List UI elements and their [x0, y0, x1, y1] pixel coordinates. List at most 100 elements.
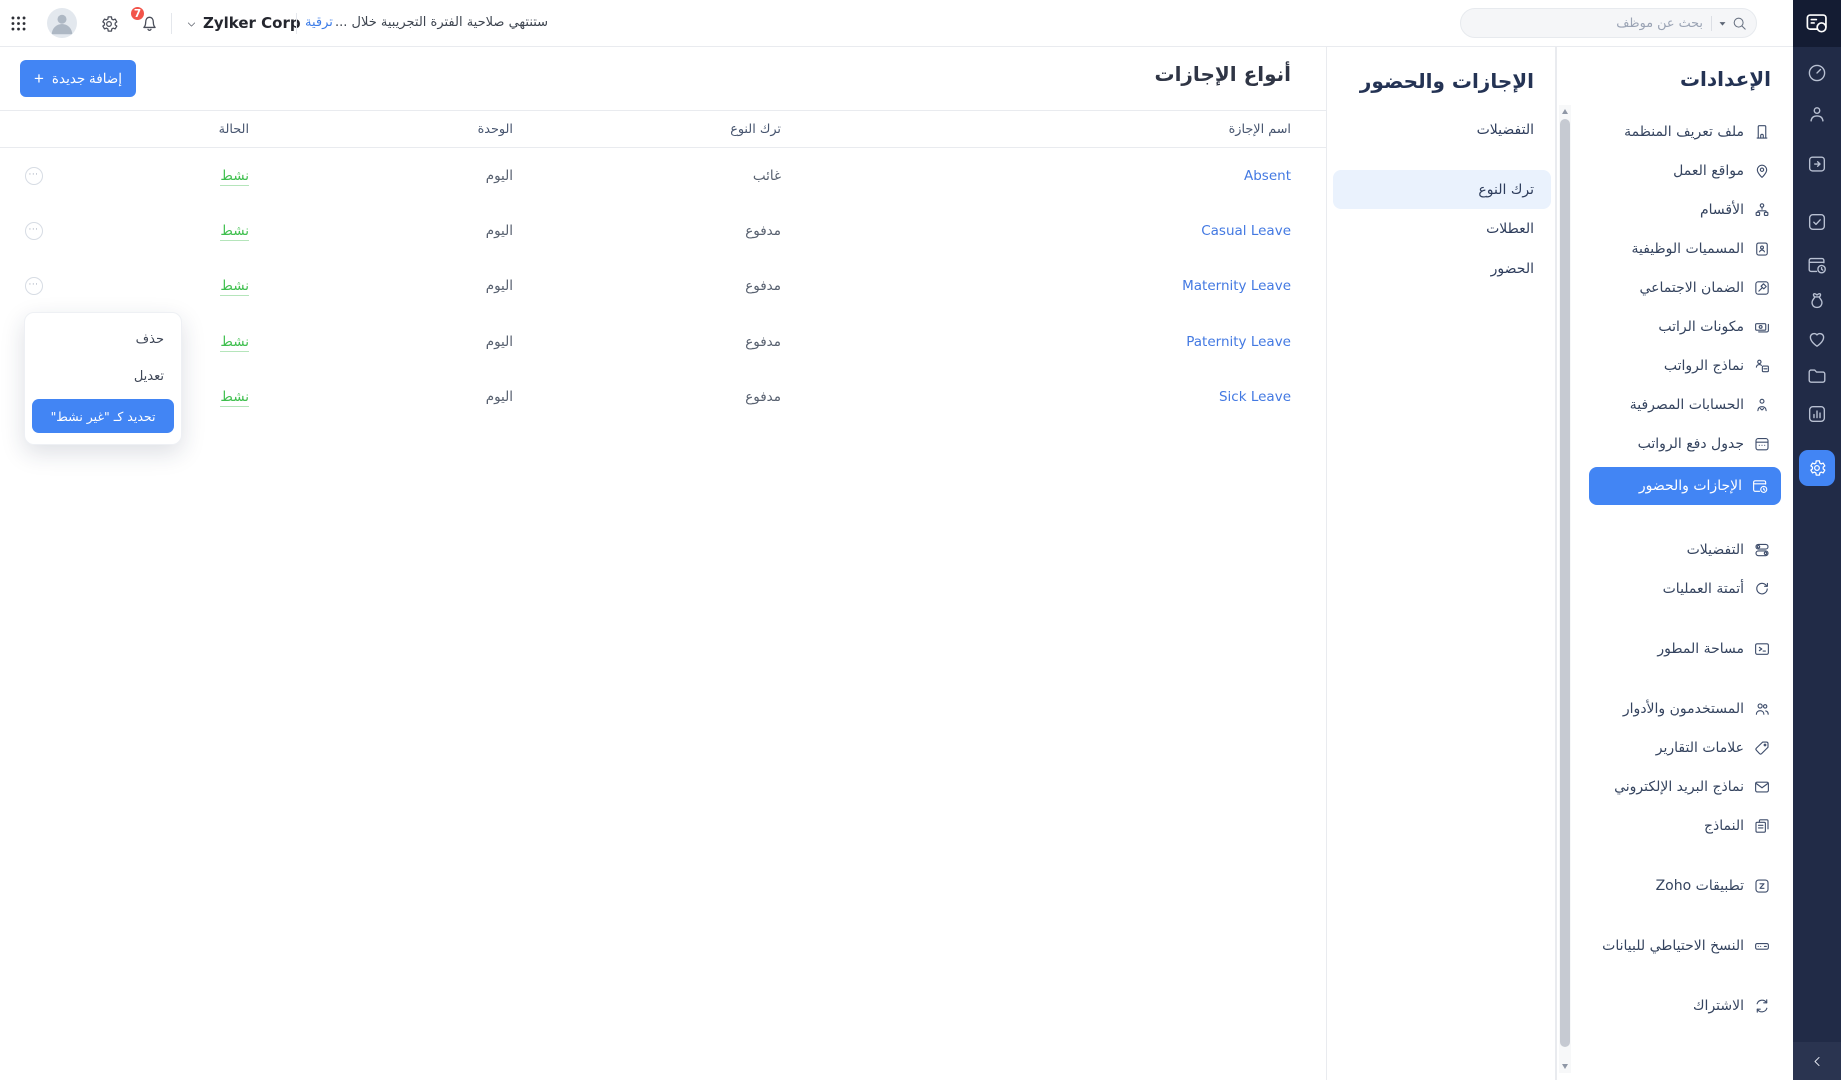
leave-type-cell: غائب [513, 168, 781, 184]
settings-item[interactable]: مواقع العمل [1571, 151, 1793, 190]
settings-item-label: نماذج الرواتب [1664, 358, 1744, 374]
settings-item[interactable]: النماذج [1571, 806, 1793, 845]
subnav-item[interactable]: العطلات [1327, 209, 1555, 249]
settings-item[interactable]: التفضيلات [1571, 530, 1793, 569]
settings-item-label: المستخدمون والأدوار [1623, 701, 1744, 717]
subnav-items: التفضيلات ترك النوعالعطلاتالحضور [1327, 110, 1555, 289]
calendar-clock-icon [1806, 254, 1828, 276]
leave-name-link[interactable]: Maternity Leave [1182, 278, 1291, 294]
settings-item[interactable]: الأقسام [1571, 190, 1793, 229]
status-badge[interactable]: نشط [220, 278, 249, 296]
status-badge[interactable]: نشط [220, 223, 249, 241]
org-switcher[interactable]: Zylker Corp [203, 14, 301, 32]
automation-icon [1753, 580, 1771, 598]
collapse-rail-button[interactable] [1793, 1042, 1841, 1080]
settings-item[interactable]: ملف تعريف المنظمة [1571, 112, 1793, 151]
leave-name-link[interactable]: Sick Leave [1219, 389, 1291, 405]
settings-items: ملف تعريف المنظمة مواقع العمل الأقسام المسم… [1571, 112, 1793, 1025]
settings-item[interactable]: أتمتة العمليات [1571, 569, 1793, 608]
unit-cell: اليوم [249, 334, 513, 350]
settings-item[interactable]: مساحة المطور [1571, 629, 1793, 668]
app-grid-icon[interactable] [9, 14, 28, 33]
table-row: Absent غائباليومنشط ··· [0, 148, 1326, 203]
settings-item[interactable]: المسميات الوظيفية [1571, 229, 1793, 268]
unit-cell: اليوم [249, 223, 513, 239]
settings-item[interactable]: مكونات الراتب [1571, 307, 1793, 346]
settings-item[interactable]: الإجازات والحضور [1589, 467, 1781, 505]
users-icon [1753, 700, 1771, 718]
gauge-icon [1806, 62, 1828, 84]
mark-inactive-button[interactable]: تحديد كـ "غير نشط" [32, 399, 174, 433]
unit-cell: اليوم [249, 168, 513, 184]
rail-item[interactable] [1806, 211, 1828, 233]
topbar-divider [296, 13, 297, 34]
money-bag-icon [1806, 290, 1828, 312]
subnav-item[interactable]: التفضيلات [1327, 110, 1555, 150]
rail-item[interactable] [1806, 153, 1828, 175]
calendar-clock-icon [1751, 477, 1769, 495]
heart-icon [1806, 328, 1828, 350]
search-filter-caret-icon[interactable] [1716, 17, 1729, 30]
rail-item[interactable] [1806, 403, 1828, 425]
page-title: أنواع الإجازات [1154, 62, 1291, 86]
status-badge[interactable]: نشط [220, 334, 249, 352]
chevron-down-icon[interactable] [186, 19, 197, 30]
leave-name-link[interactable]: Absent [1244, 168, 1291, 184]
status-badge[interactable]: نشط [220, 389, 249, 407]
scrollbar-up-arrow[interactable] [1562, 109, 1568, 114]
add-new-button[interactable]: إضافة جديدة + [20, 60, 136, 97]
rail-item-settings-active[interactable] [1799, 450, 1835, 486]
settings-item[interactable]: الحسابات المصرفية [1571, 385, 1793, 424]
settings-item[interactable]: جدول دفع الرواتب [1571, 424, 1793, 463]
settings-item[interactable]: نماذج البريد الإلكتروني [1571, 767, 1793, 806]
settings-item-label: المسميات الوظيفية [1631, 241, 1744, 257]
settings-item-label: مساحة المطور [1657, 641, 1744, 657]
row-actions-ellipsis-icon[interactable]: ··· [25, 222, 43, 240]
rail-item[interactable] [1806, 103, 1828, 125]
leave-name-link[interactable]: Paternity Leave [1186, 334, 1291, 350]
settings-scrollbar[interactable] [1559, 105, 1571, 1073]
calendar-checkout-icon [1806, 153, 1828, 175]
menu-item[interactable]: حذف [25, 321, 181, 358]
search-icon[interactable] [1731, 15, 1748, 32]
row-actions-ellipsis-icon[interactable]: ··· [25, 167, 43, 185]
leave-name-link[interactable]: Casual Leave [1201, 223, 1291, 239]
location-icon [1753, 162, 1771, 180]
gear-icon[interactable] [99, 14, 119, 34]
rail-item[interactable] [1806, 254, 1828, 276]
menu-item[interactable]: تعديل [25, 358, 181, 395]
notification-badge: 7 [129, 5, 146, 22]
subnav-item[interactable]: ترك النوع [1333, 170, 1551, 209]
bank-account-icon [1753, 396, 1771, 414]
row-actions-ellipsis-icon[interactable]: ··· [25, 277, 43, 295]
scrollbar-down-arrow[interactable] [1562, 1064, 1568, 1069]
settings-item[interactable]: علامات التقارير [1571, 728, 1793, 767]
upgrade-link[interactable]: ترقية [305, 15, 333, 30]
gear-icon [99, 14, 119, 34]
settings-item[interactable]: نماذج الرواتب [1571, 346, 1793, 385]
rail-item[interactable] [1806, 365, 1828, 387]
settings-item[interactable]: الاشتراك [1571, 986, 1793, 1025]
settings-item-label: مواقع العمل [1673, 163, 1744, 179]
employee-search-input[interactable]: بحث عن موظف [1460, 8, 1757, 38]
payroll-logo-icon[interactable] [1793, 0, 1841, 47]
settings-item[interactable]: الضمان الاجتماعي [1571, 268, 1793, 307]
grid-icon [9, 14, 28, 33]
subnav-item[interactable]: الحضور [1327, 249, 1555, 289]
settings-item[interactable]: النسخ الاحتياطي للبيانات [1571, 926, 1793, 965]
tasks-icon [1806, 211, 1828, 233]
topbar: 7 Zylker Corp ترقية ستنتهي صلاحية الفترة… [0, 0, 1793, 47]
rail-item[interactable] [1806, 328, 1828, 350]
avatar[interactable] [47, 8, 77, 38]
status-badge[interactable]: نشط [220, 168, 249, 186]
leave-type-cell: مدفوع [513, 389, 781, 405]
table-row: Paternity Leaveمدفوعاليومنشط··· [0, 314, 1326, 369]
settings-item[interactable]: تطبيقات Zoho [1571, 866, 1793, 905]
rail-item[interactable] [1806, 62, 1828, 84]
settings-item[interactable]: المستخدمون والأدوار [1571, 689, 1793, 728]
rail-item[interactable] [1806, 290, 1828, 312]
column-header: الوحدة [249, 122, 513, 137]
settings-item-label: علامات التقارير [1656, 740, 1744, 756]
zoho-payroll-settings-page: { "topbar": { "org_name": "Zylker Corp",… [0, 0, 1841, 1080]
scrollbar-thumb[interactable] [1560, 119, 1570, 1047]
